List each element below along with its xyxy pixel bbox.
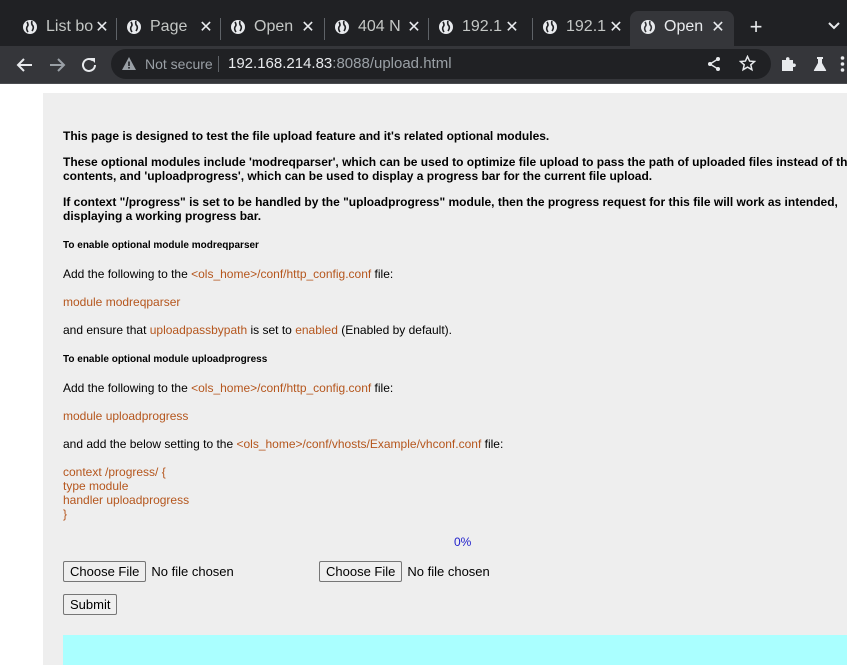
instruction-text: and add the below setting to the [63, 437, 237, 451]
tab-title: Page [150, 18, 188, 35]
instruction-text: file: [481, 437, 504, 451]
vhost-instruction: and add the below setting to the <ols_ho… [63, 437, 503, 451]
close-icon[interactable]: ✕ [710, 17, 726, 37]
intro-paragraph-2-line-2: contents, and 'uploadprogress', which ca… [63, 169, 653, 183]
warning-icon[interactable] [121, 56, 137, 72]
url-text[interactable]: 192.168.214.83:8088/upload.html [228, 55, 452, 72]
instruction-text: Add the following to the [63, 267, 192, 281]
reload-icon[interactable] [78, 54, 100, 76]
context-block-line: type module [63, 479, 129, 493]
close-icon[interactable]: ✕ [300, 17, 316, 37]
modreqparser-module-line: module modreqparser [63, 295, 181, 309]
share-icon[interactable] [706, 56, 722, 72]
vhost-config-path: <ols_home>/conf/vhosts/Example/vhconf.co… [236, 437, 482, 451]
flask-icon[interactable] [811, 55, 829, 73]
globe-icon [543, 20, 557, 34]
extensions-puzzle-icon[interactable] [779, 55, 797, 73]
tab-title: Open [664, 18, 704, 35]
uploadprogress-add-instruction: Add the following to the <ols_home>/conf… [63, 381, 393, 395]
tab-3[interactable]: Open ✕ [220, 11, 325, 46]
close-icon[interactable]: ✕ [94, 17, 110, 37]
globe-icon [439, 20, 453, 34]
globe-icon [335, 20, 349, 34]
close-icon[interactable]: ✕ [198, 17, 214, 37]
page-viewport: This page is designed to test the file u… [0, 85, 847, 665]
tab-title: List bo [46, 18, 94, 35]
instruction-text: and ensure that [63, 323, 150, 337]
globe-icon [641, 20, 655, 34]
divider [218, 56, 219, 72]
modreqparser-ensure-instruction: and ensure that uploadpassbypath is set … [63, 323, 452, 337]
globe-icon [23, 20, 37, 34]
context-block-line: handler uploadprogress [63, 493, 190, 507]
back-arrow-icon[interactable] [14, 54, 36, 76]
tab-title: 192.1 [566, 18, 607, 35]
tab-title: 192.1 [462, 18, 503, 35]
forward-arrow-icon[interactable] [46, 54, 68, 76]
progress-percent: 0% [454, 535, 472, 549]
file-input-1[interactable]: Choose File No file chosen [63, 561, 234, 582]
tab-active[interactable]: Open ✕ [630, 11, 734, 46]
tab-1[interactable]: List bo ✕ [12, 11, 117, 46]
more-icon[interactable] [838, 55, 847, 73]
choose-file-button[interactable]: Choose File [63, 561, 147, 582]
tab-5[interactable]: 192.1 ✕ [428, 11, 533, 46]
instruction-text: file: [371, 267, 394, 281]
url-host: 192.168.214.83 [228, 55, 333, 72]
context-block-line: } [63, 507, 68, 521]
intro-paragraph-3-line-1: If context "/progress" is set to be hand… [63, 195, 838, 209]
intro-paragraph-2-line-1: These optional modules include 'modreqpa… [63, 155, 847, 169]
toolbar: Not secure 192.168.214.83:8088/upload.ht… [0, 46, 847, 84]
tab-title: 404 N [358, 18, 401, 35]
chevron-down-icon[interactable] [824, 16, 844, 36]
progress-bar-area [63, 635, 847, 665]
submit-button[interactable]: Submit [63, 594, 118, 615]
instruction-text: file: [371, 381, 394, 395]
choose-file-button[interactable]: Choose File [319, 561, 403, 582]
file-status: No file chosen [151, 564, 234, 579]
tab-4[interactable]: 404 N ✕ [324, 11, 429, 46]
instruction-text: (Enabled by default). [337, 323, 452, 337]
close-icon[interactable]: ✕ [608, 17, 624, 37]
modreqparser-heading: To enable optional module modreqparser [63, 240, 259, 251]
modreqparser-add-instruction: Add the following to the <ols_home>/conf… [63, 267, 393, 281]
file-status: No file chosen [407, 564, 490, 579]
globe-icon [231, 20, 245, 34]
config-path: <ols_home>/conf/http_config.conf [191, 267, 372, 281]
security-status[interactable]: Not secure [145, 56, 213, 72]
tab-title: Open [254, 18, 294, 35]
uploadprogress-heading: To enable optional module uploadprogress [63, 354, 268, 365]
instruction-text: is set to [247, 323, 296, 337]
tab-strip: List bo ✕ Page ✕ Open ✕ 404 N ✕ 192.1 ✕ … [0, 0, 847, 46]
setting-value: enabled [295, 323, 338, 337]
tab-6[interactable]: 192.1 ✕ [532, 11, 630, 46]
close-icon[interactable]: ✕ [406, 17, 422, 37]
intro-paragraph-3-line-2: displaying a working progress bar. [63, 209, 262, 223]
address-bar[interactable]: Not secure 192.168.214.83:8088/upload.ht… [111, 49, 771, 79]
globe-icon [127, 20, 141, 34]
uploadprogress-module-line: module uploadprogress [63, 409, 189, 423]
context-block-line: context /progress/ { [63, 465, 166, 479]
star-icon[interactable] [739, 55, 756, 72]
intro-paragraph-1: This page is designed to test the file u… [63, 129, 550, 143]
content-panel: This page is designed to test the file u… [43, 93, 847, 665]
close-icon[interactable]: ✕ [504, 17, 520, 37]
url-path: :8088/upload.html [332, 55, 452, 72]
new-tab-button[interactable]: + [746, 15, 766, 39]
instruction-text: Add the following to the [63, 381, 192, 395]
setting-key: uploadpassbypath [149, 323, 248, 337]
config-path: <ols_home>/conf/http_config.conf [191, 381, 372, 395]
tab-2[interactable]: Page ✕ [116, 11, 221, 46]
file-input-2[interactable]: Choose File No file chosen [319, 561, 490, 582]
